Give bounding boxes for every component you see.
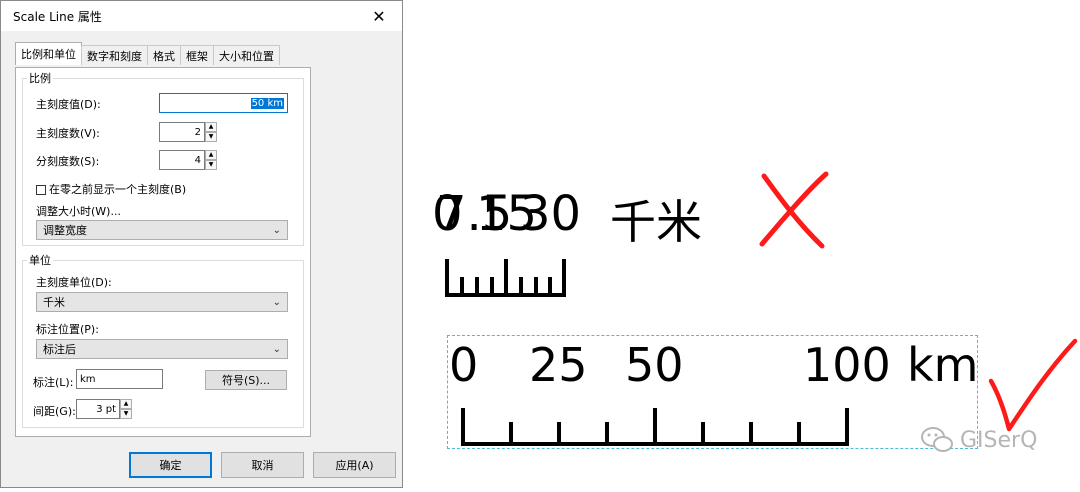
label-position-label: 标注位置(P): [36, 323, 99, 336]
spin-down-icon[interactable]: ▼ [205, 160, 217, 170]
show-before-zero-checkbox[interactable]: 在零之前显示一个主刻度(B) [36, 181, 186, 197]
symbol-button[interactable]: 符号(S)... [205, 370, 287, 390]
ok-button[interactable]: 确定 [129, 452, 212, 478]
gap-label: 间距(G): [33, 405, 76, 418]
gap-input[interactable]: 3 pt [76, 399, 120, 419]
sub-count-spinner[interactable]: ▲ ▼ [205, 150, 217, 170]
watermark-text: GISerQ [960, 427, 1038, 453]
gap-spinner[interactable]: ▲ ▼ [120, 399, 132, 419]
bad-scale-bar [445, 259, 566, 297]
unit-group-legend: 单位 [29, 254, 51, 267]
tab-panel: 比例 主刻度值(D): 50 km 主刻度数(V): 2 ▲ ▼ 分刻度数(S)… [15, 67, 311, 437]
good-scale-bar [461, 408, 849, 446]
spin-up-icon[interactable]: ▲ [205, 150, 217, 160]
main-count-label: 主刻度数(V): [36, 127, 100, 140]
tab-numbers-marks[interactable]: 数字和刻度 [81, 45, 148, 65]
sub-count-label: 分刻度数(S): [36, 155, 100, 168]
good-label-twenty-five: 25 [529, 338, 588, 392]
wechat-icon [921, 427, 953, 452]
good-label-unit: km [907, 338, 979, 392]
watermark: GISerQ [920, 425, 1037, 455]
cancel-button[interactable]: 取消 [221, 452, 304, 478]
spin-up-icon[interactable]: ▲ [205, 122, 217, 132]
good-label-fifty: 50 [625, 338, 684, 392]
division-units-label: 主刻度单位(D): [36, 276, 112, 289]
division-units-value: 千米 [43, 296, 65, 309]
tab-size-position[interactable]: 大小和位置 [213, 45, 280, 65]
red-check-mark [988, 338, 1078, 432]
scale-line-properties-dialog: Scale Line 属性 ✕ 比例和单位 数字和刻度 格式 框架 大小和位置 … [0, 0, 403, 488]
tab-format[interactable]: 格式 [147, 45, 181, 65]
bad-label-thirty: 30 [520, 186, 582, 242]
red-cross-mark [759, 171, 829, 249]
main-value-text: 50 km [250, 97, 284, 109]
label-input[interactable]: km [76, 369, 163, 389]
main-count-input[interactable]: 2 [159, 122, 205, 142]
apply-button[interactable]: 应用(A) [313, 452, 396, 478]
main-count-spinner[interactable]: ▲ ▼ [205, 122, 217, 142]
show-before-zero-label: 在零之前显示一个主刻度(B) [49, 183, 187, 196]
main-value-label: 主刻度值(D): [36, 98, 101, 111]
close-icon[interactable]: ✕ [368, 5, 390, 27]
resize-value: 调整宽度 [43, 224, 87, 237]
tab-scale-units[interactable]: 比例和单位 [15, 42, 82, 65]
spin-down-icon[interactable]: ▼ [205, 132, 217, 142]
division-units-combo[interactable]: 千米 ⌄ [36, 292, 288, 312]
checkbox-box[interactable] [36, 185, 46, 195]
label-label: 标注(L): [33, 376, 74, 389]
scale-group-legend: 比例 [29, 72, 51, 85]
chevron-down-icon: ⌄ [272, 224, 281, 236]
label-position-combo[interactable]: 标注后 ⌄ [36, 339, 288, 359]
tab-frame[interactable]: 框架 [180, 45, 214, 65]
spin-down-icon[interactable]: ▼ [120, 409, 132, 419]
resize-combo[interactable]: 调整宽度 ⌄ [36, 220, 288, 240]
label-position-value: 标注后 [43, 343, 76, 356]
dialog-title: Scale Line 属性 [13, 9, 102, 24]
chevron-down-icon: ⌄ [272, 296, 281, 308]
main-value-input[interactable]: 50 km [159, 93, 288, 113]
sub-count-input[interactable]: 4 [159, 150, 205, 170]
title-bar: Scale Line 属性 ✕ [1, 1, 402, 31]
resize-label: 调整大小时(W)... [36, 205, 121, 218]
spin-up-icon[interactable]: ▲ [120, 399, 132, 409]
tab-strip: 比例和单位 数字和刻度 格式 框架 大小和位置 [15, 42, 280, 65]
good-label-zero: 0 [449, 338, 479, 392]
bad-label-unit: 千米 [610, 195, 702, 249]
chevron-down-icon: ⌄ [272, 343, 281, 355]
good-label-hundred: 100 [803, 338, 891, 392]
